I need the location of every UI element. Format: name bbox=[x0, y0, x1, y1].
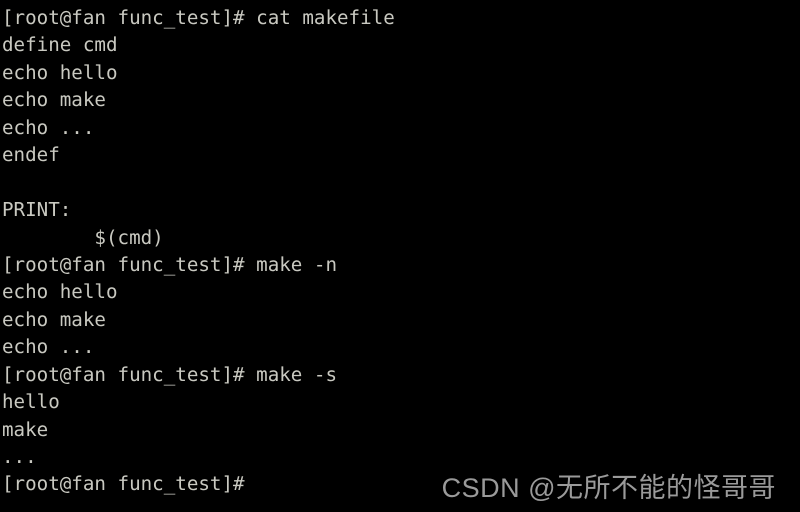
terminal-window: [root@fan func_test]# cat makefile defin… bbox=[0, 0, 800, 512]
csdn-watermark: CSDN @无所不能的怪哥哥 bbox=[441, 473, 776, 503]
terminal-line: [root@fan func_test]# make -s bbox=[2, 362, 338, 386]
terminal-line: echo make bbox=[2, 88, 106, 112]
terminal-line: make bbox=[2, 417, 49, 441]
terminal-line: endef bbox=[2, 143, 60, 167]
terminal-line: ... bbox=[2, 445, 37, 468]
terminal-line: [root@fan func_test]# make -n bbox=[2, 252, 338, 276]
terminal-line: echo hello bbox=[2, 60, 118, 84]
terminal-output-area[interactable]: [root@fan func_test]# cat makefile defin… bbox=[0, 0, 800, 512]
terminal-line: echo ... bbox=[2, 115, 95, 139]
terminal-line: echo make bbox=[2, 307, 106, 331]
terminal-line: [root@fan func_test]# cat makefile bbox=[2, 6, 395, 29]
terminal-line: echo ... bbox=[2, 335, 95, 359]
terminal-line: echo hello bbox=[2, 280, 118, 304]
terminal-line: $(cmd) bbox=[2, 225, 164, 249]
terminal-line: PRINT: bbox=[2, 198, 72, 222]
terminal-line: hello bbox=[2, 390, 60, 414]
terminal-line: define cmd bbox=[2, 33, 118, 57]
